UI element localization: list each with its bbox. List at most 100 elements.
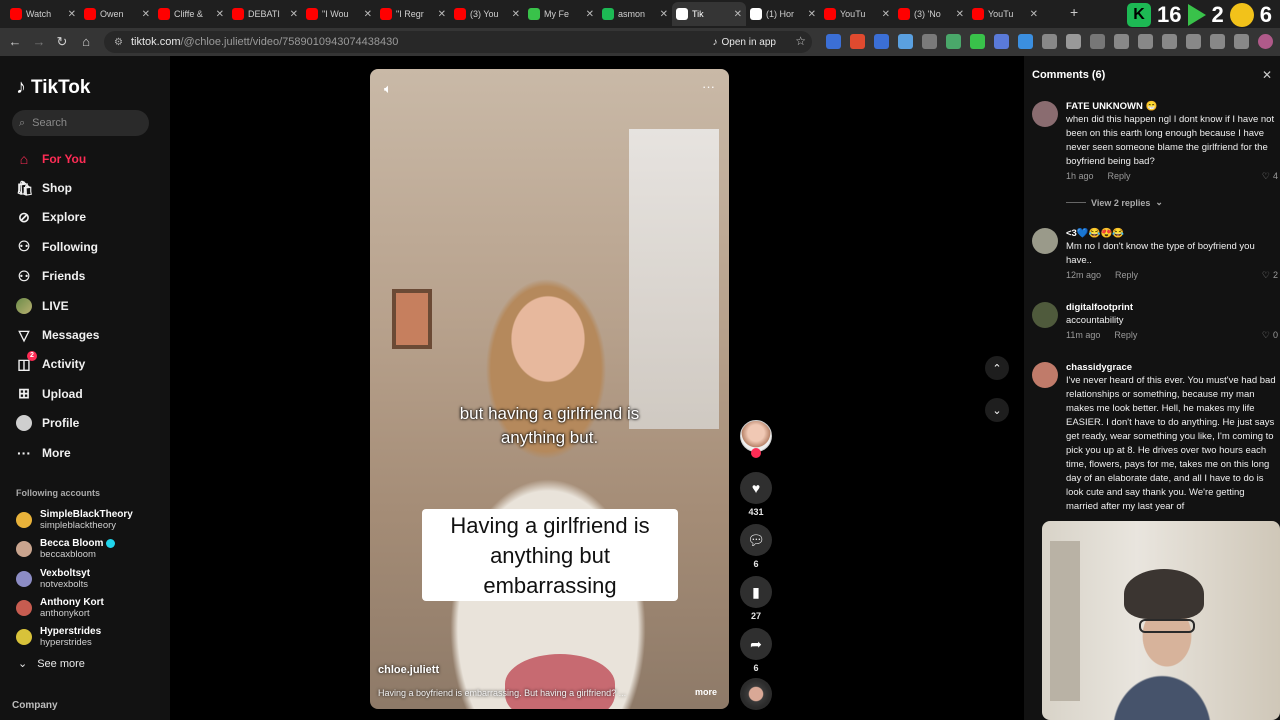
extension-icon[interactable]	[1234, 34, 1249, 49]
see-more-button[interactable]: ⌄ See more	[18, 657, 85, 671]
video-author[interactable]: chloe.juliett	[378, 664, 439, 676]
new-tab-button[interactable]: +	[1070, 4, 1078, 20]
tab-close-icon[interactable]: ✕	[1030, 9, 1038, 20]
extension-icon[interactable]	[1018, 34, 1033, 49]
comment-username[interactable]: chassidygrace	[1066, 362, 1278, 374]
following-account[interactable]: Vexboltsyt notvexbolts	[16, 568, 90, 590]
search-input[interactable]: ⌕ Search	[12, 110, 149, 136]
reload-icon[interactable]: ↻	[50, 34, 74, 50]
tab-close-icon[interactable]: ✕	[808, 9, 816, 20]
commenter-avatar[interactable]	[1032, 362, 1058, 388]
forward-icon[interactable]: →	[27, 34, 51, 49]
nav-item-activity[interactable]: ◫ 2 Activity	[16, 350, 99, 379]
comment-username[interactable]: digitalfootprint	[1066, 302, 1278, 314]
following-account[interactable]: Becca Bloom beccaxbloom	[16, 538, 116, 560]
nav-item-following[interactable]: ⚇ Following	[16, 232, 99, 261]
reply-button[interactable]: Reply	[1108, 171, 1131, 181]
nav-item-upload[interactable]: ⊞ Upload	[16, 379, 99, 408]
extension-icon[interactable]	[994, 34, 1009, 49]
reply-button[interactable]: Reply	[1114, 330, 1137, 340]
back-icon[interactable]: ←	[3, 34, 27, 49]
tab-close-icon[interactable]: ✕	[586, 9, 594, 20]
extension-icon[interactable]	[1138, 34, 1153, 49]
extension-icon[interactable]	[1186, 34, 1201, 49]
open-in-app-button[interactable]: ♪ Open in app	[713, 34, 777, 50]
save-button[interactable]: ▮	[740, 576, 772, 608]
video-player[interactable]: 🔈︎ ··· but having a girlfriend is anythi…	[370, 69, 729, 709]
extension-icon[interactable]	[826, 34, 841, 49]
extension-icon[interactable]	[1066, 34, 1081, 49]
volume-icon[interactable]: 🔈︎	[384, 81, 392, 97]
browser-tab[interactable]: "I Wou ✕	[302, 2, 376, 26]
nav-item-explore[interactable]: ⊘ Explore	[16, 203, 99, 232]
tab-close-icon[interactable]: ✕	[734, 9, 742, 20]
extension-icon[interactable]	[850, 34, 865, 49]
company-link[interactable]: Company	[12, 700, 58, 711]
comment-button[interactable]: 💬︎	[740, 524, 772, 556]
tab-close-icon[interactable]: ✕	[142, 9, 150, 20]
extension-icon[interactable]	[1042, 34, 1057, 49]
commenter-avatar[interactable]	[1032, 228, 1058, 254]
tiktok-logo[interactable]: ♪ TikTok	[16, 76, 90, 99]
nav-item-shop[interactable]: 🛍︎ Shop	[16, 173, 99, 202]
nav-item-live[interactable]: LIVE	[16, 291, 99, 320]
tab-close-icon[interactable]: ✕	[512, 9, 520, 20]
nav-item-profile[interactable]: Profile	[16, 409, 99, 438]
browser-tab[interactable]: YouTu ✕	[968, 2, 1042, 26]
tab-close-icon[interactable]: ✕	[216, 9, 224, 20]
browser-tab[interactable]: (3) You ✕	[450, 2, 524, 26]
extension-icon[interactable]	[874, 34, 889, 49]
tab-close-icon[interactable]: ✕	[882, 9, 890, 20]
nav-item-messages[interactable]: ▽ Messages	[16, 320, 100, 349]
view-replies-button[interactable]: View 2 replies ⌄	[1066, 197, 1163, 208]
follow-plus-icon[interactable]	[751, 448, 761, 458]
extension-icon[interactable]	[898, 34, 913, 49]
following-account[interactable]: Hyperstrides hyperstrides	[16, 626, 101, 648]
tab-close-icon[interactable]: ✕	[438, 9, 446, 20]
comment-like-button[interactable]: ♡ 4	[1262, 171, 1278, 182]
browser-tab[interactable]: asmon ✕	[598, 2, 672, 26]
tab-close-icon[interactable]: ✕	[290, 9, 298, 20]
address-bar[interactable]: ⚙ tiktok.com/@chloe.juliett/video/758901…	[104, 31, 812, 53]
share-button[interactable]: ➦	[740, 628, 772, 660]
nav-item-more[interactable]: ··· More	[16, 438, 99, 467]
extension-icon[interactable]	[1090, 34, 1105, 49]
browser-tab[interactable]: My Fe ✕	[524, 2, 598, 26]
browser-tab[interactable]: Cliffe & ✕	[154, 2, 228, 26]
profile-avatar-icon[interactable]	[1258, 34, 1273, 49]
commenter-avatar[interactable]	[1032, 101, 1058, 127]
extension-icon[interactable]	[1210, 34, 1225, 49]
tab-close-icon[interactable]: ✕	[68, 9, 76, 20]
description-more-button[interactable]: more	[695, 687, 717, 697]
extension-icon[interactable]	[1162, 34, 1177, 49]
browser-tab[interactable]: Watch ✕	[6, 2, 80, 26]
home-icon[interactable]: ⌂	[74, 34, 98, 49]
site-info-icon[interactable]: ⚙	[114, 37, 123, 48]
following-account[interactable]: Anthony Kort anthonykort	[16, 597, 104, 619]
comment-like-button[interactable]: ♡ 2	[1262, 270, 1278, 281]
tab-close-icon[interactable]: ✕	[956, 9, 964, 20]
extension-icon[interactable]	[970, 34, 985, 49]
extension-icon[interactable]	[946, 34, 961, 49]
music-disc-icon[interactable]	[740, 678, 772, 710]
browser-tab[interactable]: "I Regr ✕	[376, 2, 450, 26]
browser-tab[interactable]: (3) 'No ✕	[894, 2, 968, 26]
nav-item-friends[interactable]: ⚇ Friends	[16, 262, 99, 291]
extension-icon[interactable]	[1114, 34, 1129, 49]
comment-username[interactable]: FATE UNKNOWN 😁	[1066, 101, 1278, 113]
browser-tab[interactable]: Tik ✕	[672, 2, 746, 26]
like-button[interactable]: ♥	[740, 472, 772, 504]
comment-like-button[interactable]: ♡ 0	[1262, 330, 1278, 341]
commenter-avatar[interactable]	[1032, 302, 1058, 328]
browser-tab[interactable]: YouTu ✕	[820, 2, 894, 26]
extension-icon[interactable]	[922, 34, 937, 49]
tab-close-icon[interactable]: ✕	[364, 9, 372, 20]
nav-item-for-you[interactable]: ⌂ For You	[16, 144, 99, 173]
browser-tab[interactable]: (1) Hor ✕	[746, 2, 820, 26]
tab-close-icon[interactable]: ✕	[660, 9, 668, 20]
more-options-icon[interactable]: ···	[702, 79, 715, 94]
browser-tab[interactable]: DEBATI ✕	[228, 2, 302, 26]
reply-button[interactable]: Reply	[1115, 270, 1138, 280]
previous-video-button[interactable]: ⌃	[985, 356, 1009, 380]
comment-username[interactable]: <3💙😂😍😂	[1066, 228, 1278, 240]
